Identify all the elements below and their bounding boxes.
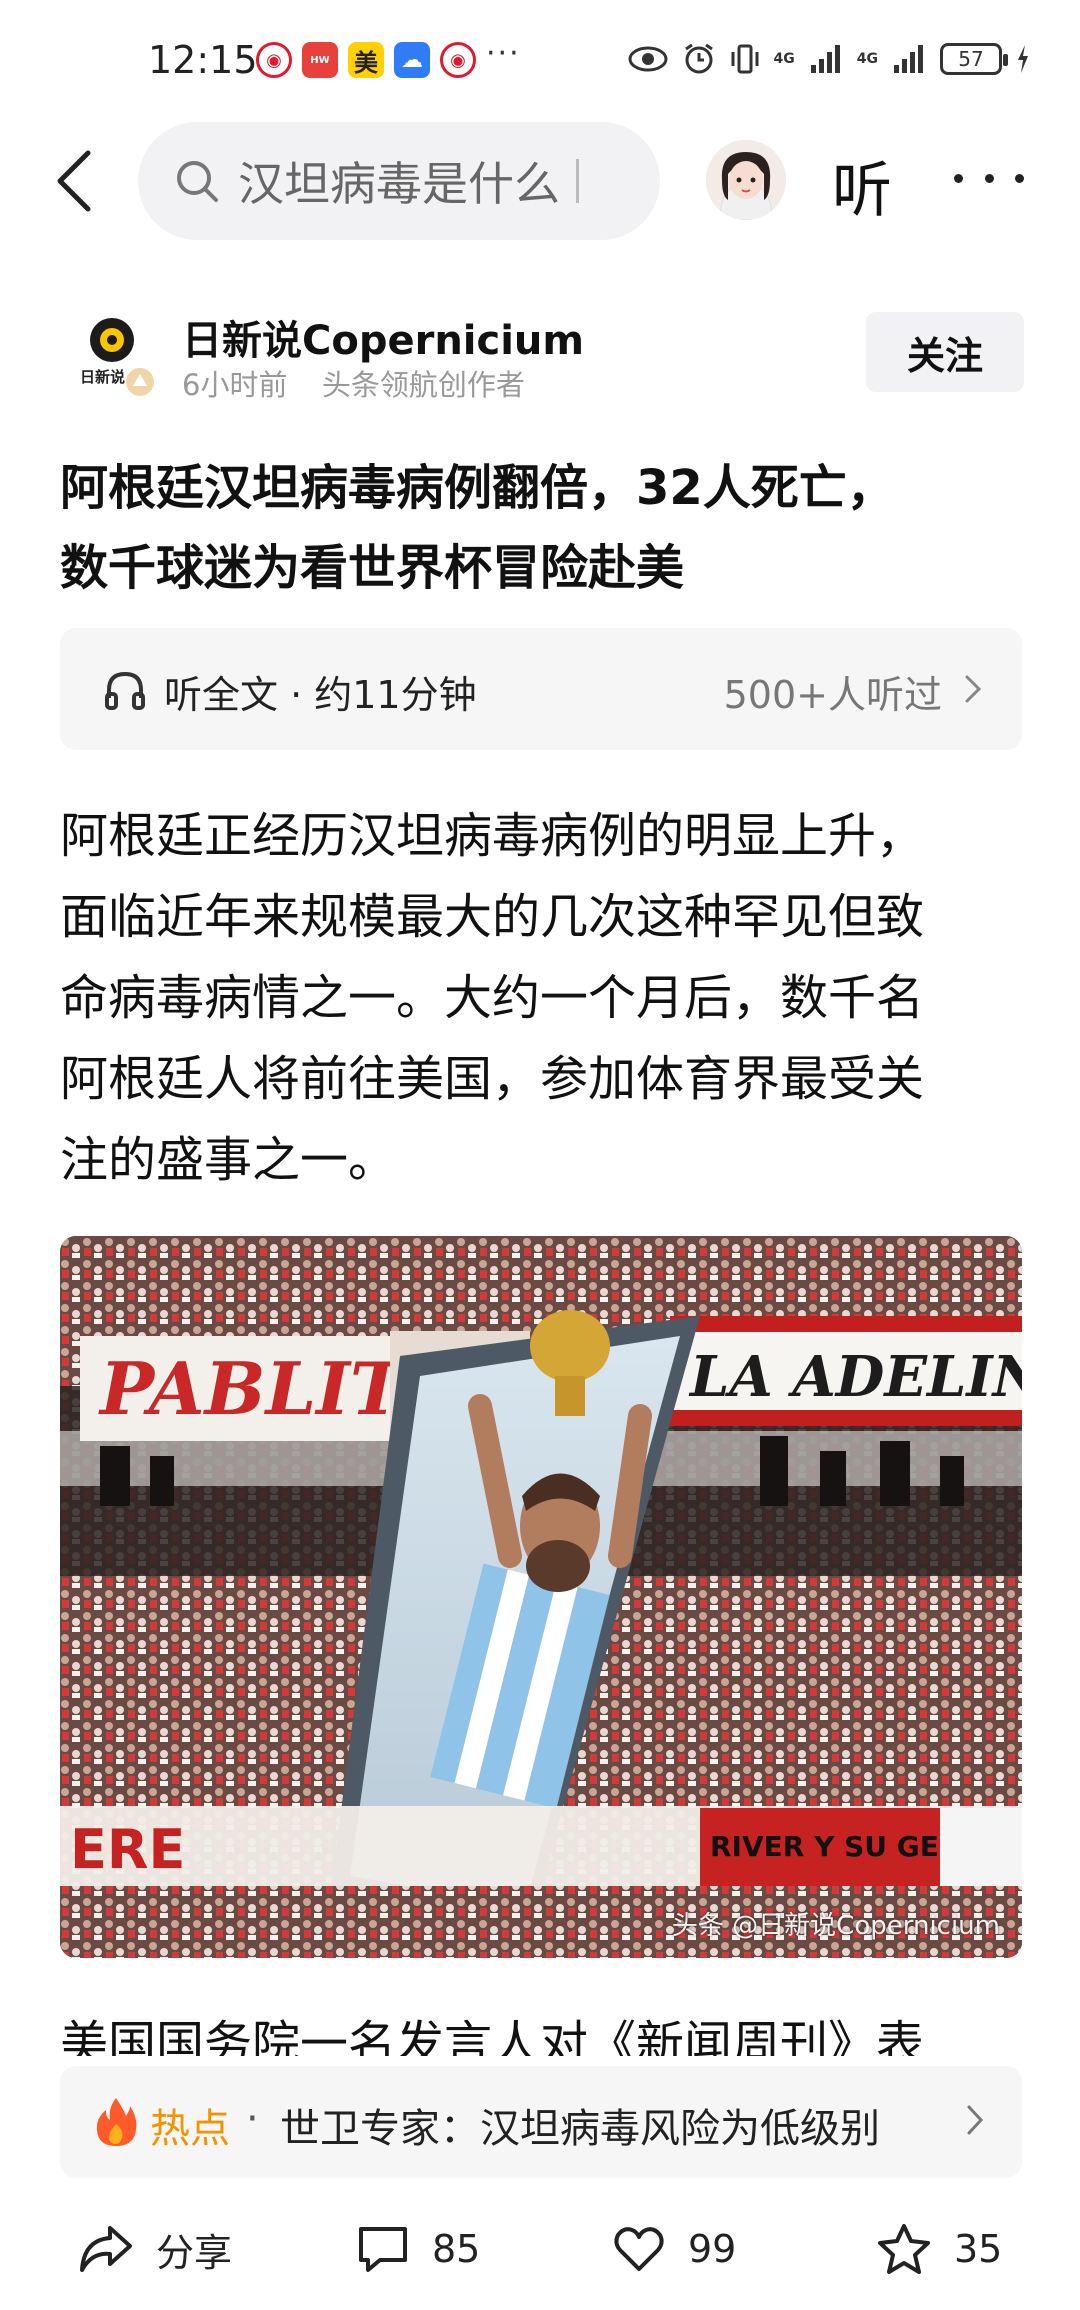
paragraph-line: 命病毒病情之一。大约一个月后，数千名	[60, 970, 925, 1026]
author-meta: 6小时前 头条领航创作者	[182, 362, 525, 404]
alarm-icon	[684, 43, 713, 74]
article-paragraph-next: 美国国务院一名发言人对《新闻周刊》表	[60, 2016, 925, 2056]
weibo-icon: ◉	[256, 42, 292, 78]
listen-button[interactable]: 听	[832, 142, 892, 229]
comment-count: 85	[432, 2227, 481, 2271]
eye-icon	[628, 46, 668, 72]
follow-button[interactable]: 关注	[866, 312, 1024, 392]
like-button[interactable]: 99	[612, 2214, 736, 2284]
headphones-icon	[105, 671, 145, 710]
share-label: 分享	[156, 2230, 233, 2275]
author-logo-icon: 日新说	[80, 318, 154, 396]
dot-icon	[984, 173, 994, 183]
banner-right-text: LA ADELINA	[688, 1344, 1022, 1410]
avatar-face-icon	[706, 140, 786, 220]
paragraph-line: 阿根廷人将前往美国，参加体育界最受关	[60, 1051, 925, 1107]
article-paragraph: 阿根廷正经历汉坦病毒病例的明显上升， 面临近年来规模最大的几次这种罕见但致 命病…	[60, 796, 1020, 1201]
status-bar: 12:15 ◉ HW 美 ☁ ◉ ··· 4G 4G 57	[0, 0, 1080, 120]
share-button[interactable]: 分享	[78, 2214, 232, 2284]
like-count: 99	[688, 2227, 737, 2271]
notification-icons: ◉ HW 美 ☁ ◉	[256, 42, 476, 78]
signal-icon-1	[810, 45, 840, 73]
paragraph-line: 阿根廷正经历汉坦病毒病例的明显上升，	[60, 808, 925, 864]
more-notifications-icon: ···	[486, 36, 521, 71]
meituan-icon: 美	[348, 42, 384, 78]
search-query-text: 汉坦病毒是什么	[238, 157, 560, 211]
top-navigation-bar: 汉坦病毒是什么 听	[0, 118, 1080, 242]
flame-icon	[96, 2098, 137, 2146]
stadium-crowd-image: PABLITO LA ADELINA ERE RIVER Y SU GENTE	[60, 1236, 1022, 1958]
weibo-icon-2: ◉	[440, 42, 476, 78]
author-name[interactable]: 日新说Copernicium	[182, 308, 584, 366]
comments-button[interactable]: 85	[356, 2214, 480, 2284]
paragraph-line: 面临近年来规模最大的几次这种罕见但致	[60, 889, 925, 945]
back-arrow-icon	[57, 150, 91, 212]
bottom-action-bar: 分享 85 99 35	[0, 2196, 1080, 2310]
charging-icon	[1018, 45, 1028, 73]
network-type-1: 4G	[773, 51, 795, 67]
image-watermark: 头条 @日新说Copernicium	[671, 1911, 1000, 1941]
author-logo[interactable]: 日新说	[78, 310, 158, 400]
huawei-icon: HW	[302, 42, 338, 78]
cloud-app-icon: ☁	[394, 42, 430, 78]
heart-icon	[614, 2227, 664, 2271]
more-options-button[interactable]	[954, 158, 1024, 198]
comment-icon	[359, 2227, 407, 2272]
listen-duration-label: 听全文 · 约11分钟	[164, 673, 477, 717]
share-icon	[80, 2226, 132, 2272]
chevron-right-icon	[967, 2105, 984, 2135]
creator-badge: 头条领航创作者	[321, 368, 525, 402]
search-icon	[177, 161, 218, 202]
article-title: 阿根廷汉坦病毒病例翻倍，32人死亡， 数千球迷为看世界杯冒险赴美	[60, 448, 1020, 608]
banner-bottom-left-text: ERE	[70, 1818, 185, 1881]
paragraph-line: 注的盛事之一。	[60, 1132, 397, 1188]
listen-count: 500+人听过	[723, 673, 942, 717]
hot-separator: ·	[246, 2096, 259, 2142]
dot-icon	[1015, 173, 1024, 183]
dot-icon	[954, 173, 963, 183]
search-caret	[576, 159, 579, 203]
hot-topic-text: 世卫专家：汉坦病毒风险为低级别	[280, 2106, 880, 2152]
article-image[interactable]: PABLITO LA ADELINA ERE RIVER Y SU GENTE …	[60, 1236, 1022, 1958]
star-icon	[878, 2224, 930, 2274]
signal-icon-2	[894, 45, 923, 73]
title-line: 数千球迷为看世界杯冒险赴美	[60, 540, 685, 596]
vibrate-icon	[731, 44, 759, 74]
user-avatar[interactable]	[706, 140, 786, 220]
author-logo-text: 日新说	[80, 368, 125, 386]
hot-topic-bar[interactable]: 热点 · 世卫专家：汉坦病毒风险为低级别	[60, 2066, 1022, 2178]
network-type-2: 4G	[856, 51, 878, 67]
chevron-right-icon	[965, 675, 982, 703]
hot-label: 热点	[150, 2106, 230, 2152]
post-time: 6小时前	[182, 368, 288, 402]
status-indicators: 4G 4G 57	[628, 42, 1030, 76]
author-header: 日新说 日新说Copernicium 6小时前 头条领航创作者 关注	[0, 300, 1080, 410]
search-input[interactable]: 汉坦病毒是什么	[138, 122, 660, 240]
listen-full-article-bar[interactable]: 听全文 · 约11分钟 500+人听过	[60, 628, 1022, 750]
favorite-button[interactable]: 35	[876, 2214, 1002, 2284]
favorite-count: 35	[954, 2227, 1003, 2271]
status-time: 12:15	[148, 38, 258, 82]
battery-indicator: 57	[940, 43, 1008, 75]
title-line: 阿根廷汉坦病毒病例翻倍，32人死亡，	[60, 460, 895, 516]
back-button[interactable]	[46, 146, 102, 216]
